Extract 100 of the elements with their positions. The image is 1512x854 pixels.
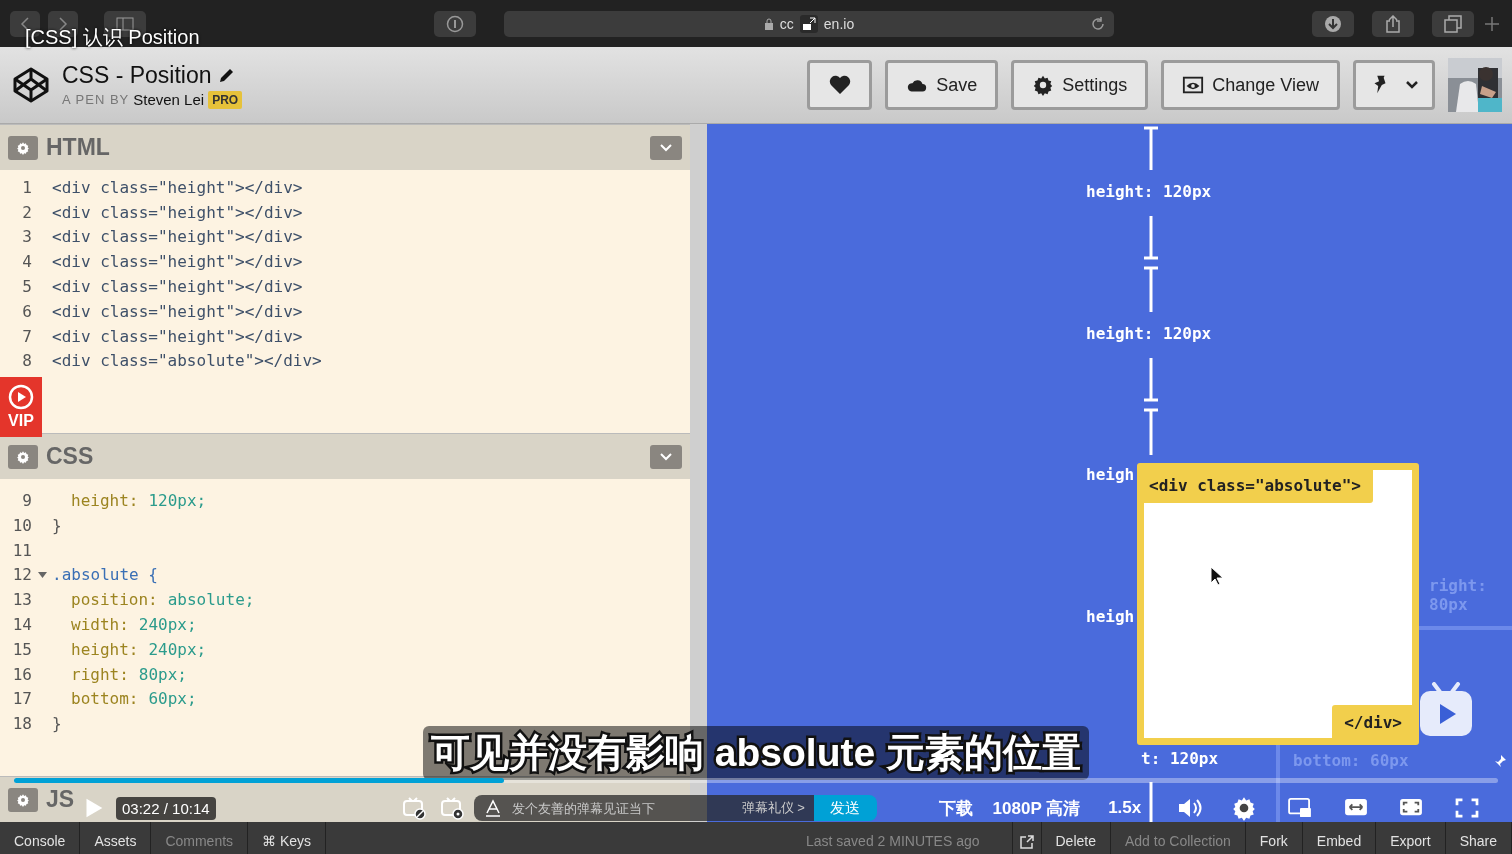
fold-open-icon[interactable]	[37, 570, 47, 579]
line-number: 9	[21, 491, 32, 511]
settings-button[interactable]	[8, 444, 38, 469]
byline: A PEN BY	[62, 92, 130, 107]
tv-play-icon[interactable]	[1418, 682, 1474, 738]
chevron-down-icon	[659, 451, 673, 462]
settings-icon	[16, 792, 30, 807]
code-text: height:	[71, 491, 139, 511]
vip-badge[interactable]: VIP	[0, 377, 42, 437]
code-text: right:	[71, 664, 129, 684]
code-text: 120px;	[148, 491, 207, 511]
download-icon	[1324, 14, 1342, 33]
video-title: [CSS] 认识 Position	[25, 25, 200, 50]
address-bar[interactable]: cc en.io	[504, 10, 1114, 37]
line-number: 17	[11, 689, 32, 709]
share-icon	[1385, 14, 1401, 33]
collapse-button[interactable]	[650, 444, 682, 469]
code-text: 240px;	[138, 615, 197, 635]
line-number: 1	[21, 177, 32, 197]
line-number: 2	[21, 202, 32, 222]
tabs-button[interactable]	[1432, 10, 1474, 37]
code-text: <div class="height"></div>	[52, 177, 303, 197]
play-circle-icon	[8, 384, 34, 410]
editor-title: JS	[46, 786, 75, 813]
code-text: <div class="height"></div>	[52, 301, 303, 321]
code-text: .absolute {	[52, 565, 158, 585]
settings-icon	[16, 449, 30, 464]
danmaku-input-field[interactable]: 发个友善的弹幕见证当下 弹幕礼仪 >	[473, 795, 814, 821]
line-number: 3	[21, 227, 32, 247]
dimension-label: t: 120px	[1141, 749, 1219, 768]
line-number: 5	[21, 277, 32, 297]
collapse-button[interactable]	[650, 135, 682, 160]
footer-button[interactable]: Embed	[1302, 822, 1377, 854]
footer-tab[interactable]: ⌘ Keys	[248, 822, 327, 854]
download-link[interactable]: 下载	[938, 796, 973, 820]
download-button[interactable]	[1312, 10, 1354, 37]
reload-icon[interactable]	[1090, 15, 1106, 32]
author-link[interactable]: Steven Lei	[133, 91, 205, 108]
footer-button[interactable]: Fork	[1245, 822, 1303, 854]
lock-icon	[763, 17, 774, 30]
view-button[interactable]: Change View	[1161, 60, 1340, 110]
chevron-down-icon	[659, 142, 673, 153]
settings-button[interactable]	[8, 787, 38, 812]
line-number: 8	[21, 351, 32, 371]
eye-window-icon	[1182, 74, 1205, 96]
share-button[interactable]	[1372, 10, 1414, 37]
code-text: }	[52, 515, 62, 535]
code-text: }	[52, 714, 62, 734]
password-button[interactable]	[434, 10, 476, 37]
line-number: 12	[11, 565, 32, 585]
settings-button[interactable]: Settings	[1011, 60, 1149, 110]
footer-tab[interactable]: Assets	[80, 822, 152, 854]
editor-title: HTML	[46, 134, 110, 161]
code-text: <div class="absolute"></div>	[52, 351, 322, 371]
line-number: 7	[21, 326, 32, 346]
subtitle: 可见并没有影响 absolute 元素的位置	[422, 726, 1089, 780]
line-number: 6	[21, 301, 32, 321]
code-text: <div class="height"></div>	[52, 227, 303, 247]
line-number: 15	[11, 639, 32, 659]
url-text: cc	[779, 15, 794, 32]
url-text: en.io	[823, 15, 855, 32]
progress-bar[interactable]	[14, 778, 1498, 783]
code-text: <div class="height"></div>	[52, 202, 303, 222]
dimension-label: heigh	[1086, 607, 1135, 626]
line-number: 4	[21, 252, 32, 272]
footer-button[interactable]: Share	[1445, 822, 1512, 854]
danmaku-off-icon[interactable]	[401, 796, 426, 820]
open-external-button[interactable]	[1011, 822, 1042, 854]
pin-button[interactable]	[1353, 60, 1435, 110]
speed-selector[interactable]: 1.5x	[1108, 798, 1142, 818]
chevron-down-icon	[1405, 80, 1419, 90]
code-text: absolute;	[167, 590, 255, 610]
volume-icon[interactable]	[1177, 796, 1204, 820]
cursor-icon	[1210, 566, 1224, 586]
heart-button[interactable]	[807, 60, 873, 110]
settings-button[interactable]	[8, 135, 38, 160]
pencil-icon[interactable]	[217, 66, 236, 84]
text-style-icon[interactable]	[483, 799, 502, 817]
footer-button[interactable]: Export	[1376, 822, 1446, 854]
save-button[interactable]: Save	[885, 60, 999, 110]
time-display: 03:22 / 10:14	[116, 796, 216, 820]
quality-selector[interactable]: 1080P 高清	[992, 796, 1081, 820]
line-number: 11	[11, 540, 32, 560]
pin-icon[interactable]	[1493, 754, 1507, 768]
code-text: <div class="height"></div>	[52, 277, 303, 297]
info-circle-icon	[446, 14, 464, 33]
fullscreen-icon[interactable]	[1454, 798, 1481, 818]
footer-tab[interactable]: Console	[0, 822, 81, 854]
cube-logo-icon[interactable]	[12, 66, 50, 104]
danmaku-settings-icon[interactable]	[439, 796, 464, 820]
etiquette-link[interactable]: 弹幕礼仪 >	[741, 799, 805, 817]
code-text: position:	[71, 590, 158, 610]
footer-button[interactable]: Delete	[1041, 822, 1111, 854]
picture-in-picture-icon[interactable]	[1287, 798, 1314, 818]
tabs-icon	[1444, 14, 1462, 33]
save-status: Last saved 2 MINUTES ago	[805, 833, 980, 851]
code-text: width:	[71, 615, 129, 635]
resize-icon	[799, 14, 818, 33]
editor-title: CSS	[46, 443, 94, 471]
code-text: 80px;	[138, 664, 187, 684]
